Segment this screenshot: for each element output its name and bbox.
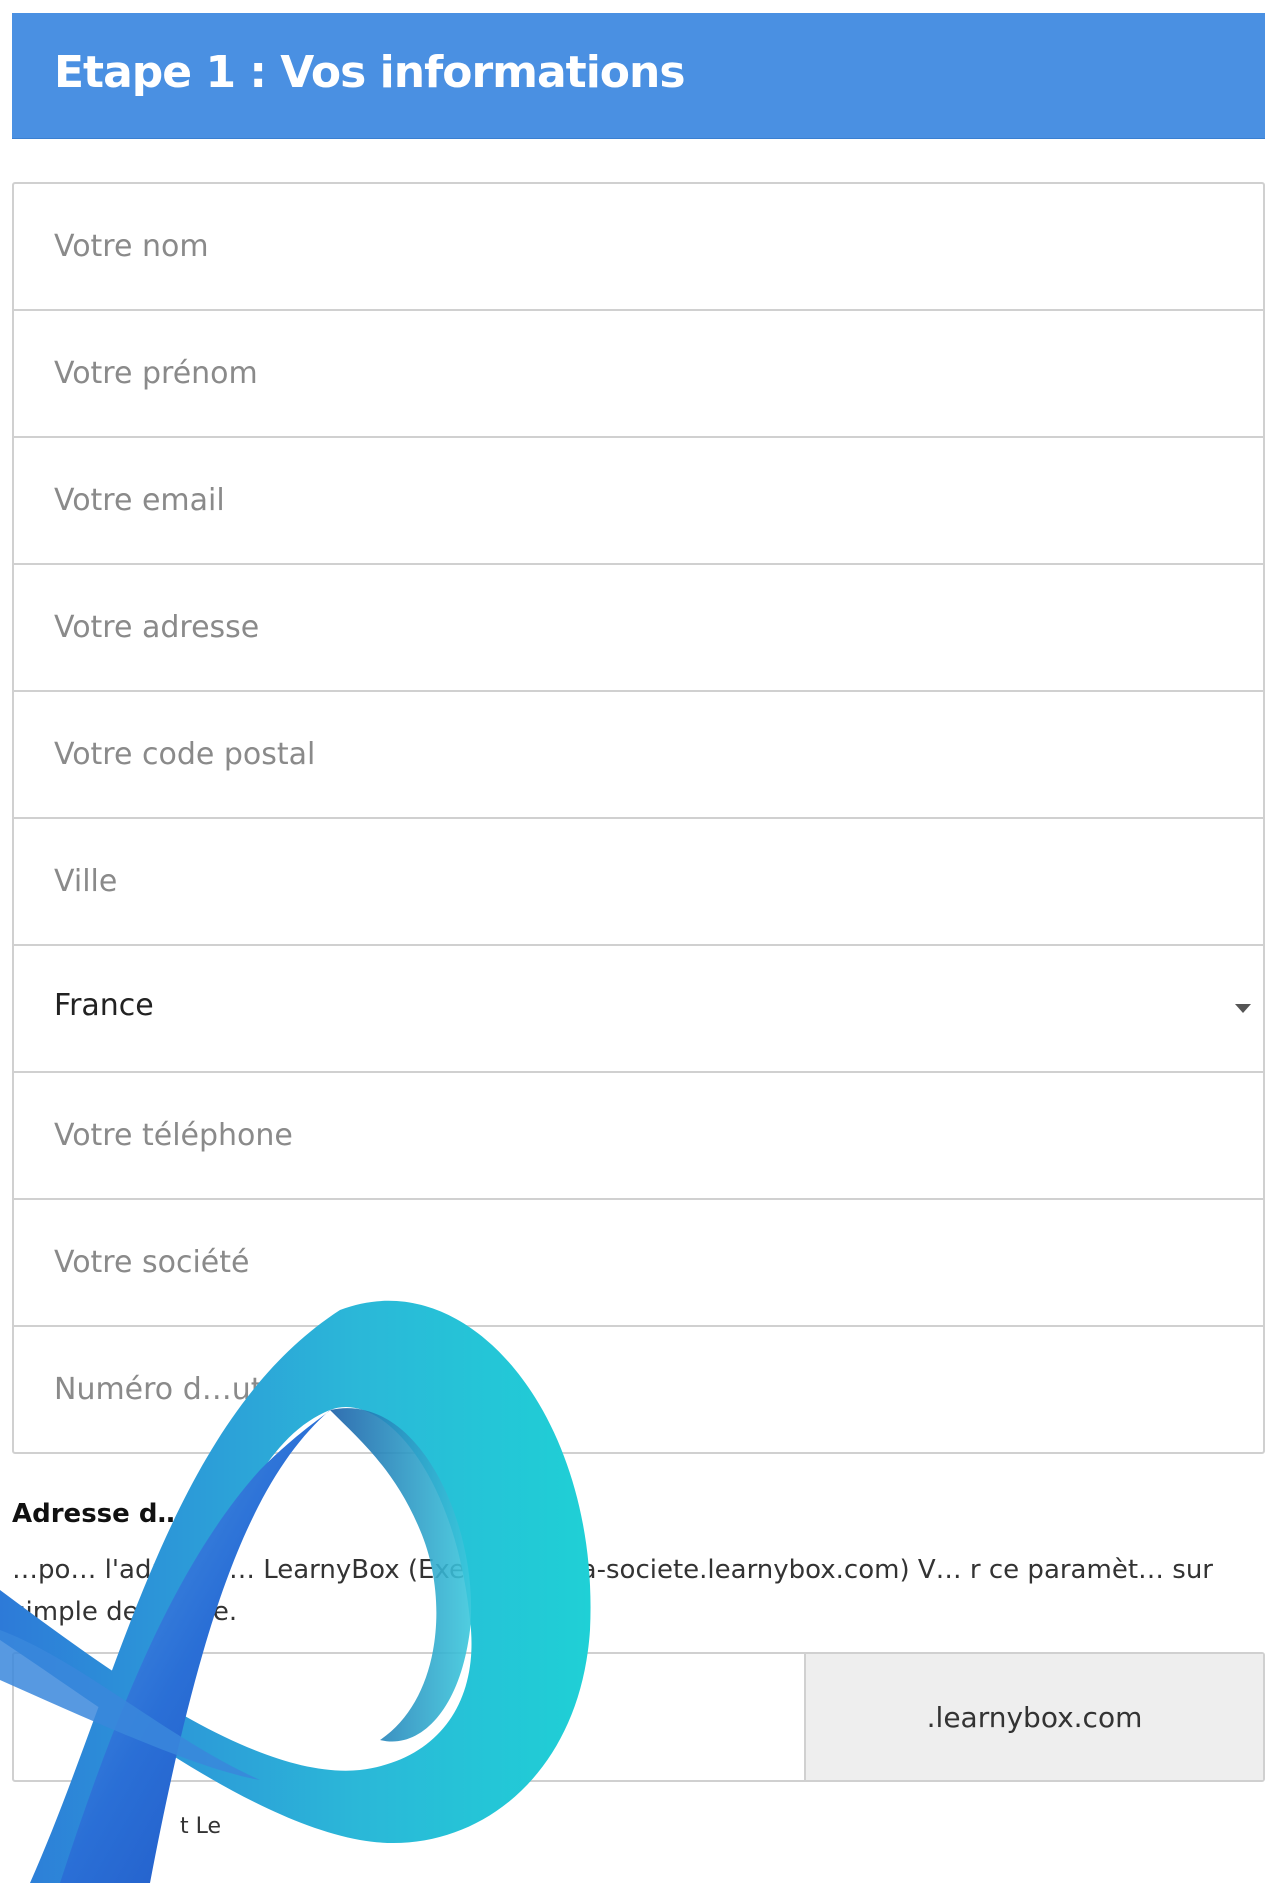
- page: Etape 1 : Vos informations France: [0, 0, 1280, 1883]
- country-select-value: France: [54, 988, 154, 1023]
- phone-input[interactable]: [14, 1073, 1263, 1198]
- field-row: [14, 819, 1263, 946]
- field-row: [14, 565, 1263, 692]
- email-input[interactable]: [14, 438, 1263, 563]
- city-input[interactable]: [14, 819, 1263, 944]
- field-row: [14, 692, 1263, 819]
- step-title: Etape 1 : Vos informations: [54, 47, 686, 98]
- chevron-down-icon: [1235, 1004, 1251, 1013]
- postal-code-input[interactable]: [14, 692, 1263, 817]
- country-select[interactable]: France: [14, 946, 1263, 1073]
- step-header: Etape 1 : Vos informations: [12, 13, 1265, 139]
- info-form: France: [12, 182, 1265, 1454]
- field-row: [14, 438, 1263, 565]
- learnybox-logo-icon: [0, 1300, 591, 1883]
- last-name-input[interactable]: [14, 184, 1263, 309]
- first-name-input[interactable]: [14, 311, 1263, 436]
- subdomain-suffix: .learnybox.com: [804, 1654, 1263, 1780]
- field-row: [14, 184, 1263, 311]
- field-row: [14, 311, 1263, 438]
- address-input[interactable]: [14, 565, 1263, 690]
- field-row: [14, 1073, 1263, 1200]
